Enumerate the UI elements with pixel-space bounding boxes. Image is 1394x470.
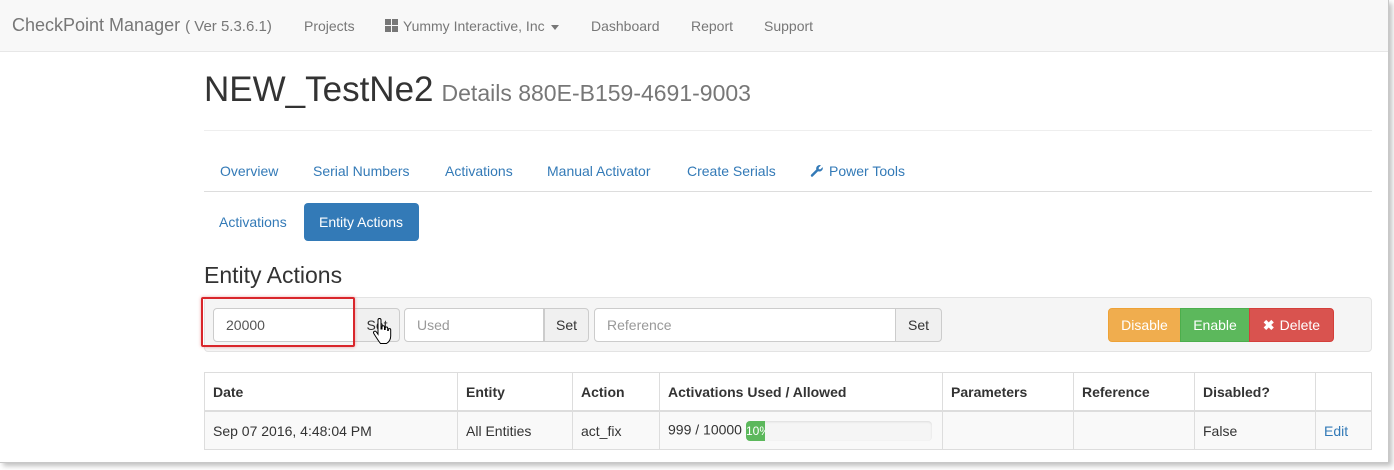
main-tabs: Overview Serial Numbers Activations Manu… (204, 150, 1372, 192)
delete-label: Delete (1279, 317, 1321, 333)
tab-power-tools[interactable]: Power Tools (810, 163, 905, 179)
table-row: Sep 07 2016, 4:48:04 PM All Entities act… (204, 410, 1372, 450)
top-navbar: CheckPoint Manager ( Ver 5.3.6.1) Projec… (0, 0, 1388, 52)
column-header-action[interactable]: Action (572, 372, 660, 412)
cell-parameters (942, 410, 1074, 450)
delete-button[interactable]: ✖ Delete (1249, 308, 1334, 342)
tab-create-serials[interactable]: Create Serials (687, 163, 776, 179)
page-title: NEW_TestNe2 Details 880E-B159-4691-9003 (204, 70, 751, 110)
usage-progress-bar: 10% (745, 420, 765, 441)
nav-dashboard[interactable]: Dashboard (591, 18, 660, 34)
pill-entity-actions[interactable]: Entity Actions (304, 203, 419, 241)
column-header-date[interactable]: Date (204, 372, 458, 412)
cell-disabled: False (1194, 410, 1316, 450)
highlight-box (201, 297, 355, 347)
cell-action: act_fix (572, 410, 660, 450)
column-header-entity[interactable]: Entity (457, 372, 573, 412)
tab-activations[interactable]: Activations (445, 163, 513, 179)
brand[interactable]: CheckPoint Manager ( Ver 5.3.6.1) (12, 15, 272, 36)
column-header-parameters[interactable]: Parameters (942, 372, 1074, 412)
browser-frame: CheckPoint Manager ( Ver 5.3.6.1) Projec… (0, 0, 1389, 463)
nav-company-dropdown[interactable]: Yummy Interactive, Inc (385, 18, 559, 34)
tab-power-tools-label: Power Tools (829, 163, 906, 179)
version-label: ( Ver 5.3.6.1) (185, 18, 272, 35)
section-title: Entity Actions (204, 262, 343, 288)
column-header-disabled[interactable]: Disabled? (1194, 372, 1316, 412)
set-used-button[interactable]: Set (544, 308, 589, 342)
column-header-reference[interactable]: Reference (1073, 372, 1195, 412)
nav-report[interactable]: Report (691, 18, 733, 34)
pill-activations[interactable]: Activations (204, 203, 302, 241)
cell-date: Sep 07 2016, 4:48:04 PM (204, 410, 458, 450)
wrench-icon (810, 165, 823, 177)
table-header-row: Date Entity Action Activations Used / Al… (204, 372, 1372, 412)
usage-progress: 10% (745, 420, 932, 441)
grid-icon (385, 19, 398, 32)
edit-link[interactable]: Edit (1324, 423, 1348, 439)
company-label: Yummy Interactive, Inc (403, 18, 545, 34)
hand-cursor-icon (372, 318, 392, 344)
close-icon: ✖ (1262, 317, 1275, 333)
cell-entity: All Entities (457, 410, 573, 450)
brand-name: CheckPoint Manager (12, 15, 181, 35)
reference-input[interactable] (594, 308, 896, 342)
project-name: NEW_TestNe2 (204, 70, 434, 109)
usage-text: 999 / 10000 (668, 421, 742, 438)
column-header-activations[interactable]: Activations Used / Allowed (659, 372, 943, 412)
nav-projects[interactable]: Projects (304, 18, 355, 34)
tab-overview[interactable]: Overview (220, 163, 278, 179)
chevron-down-icon (550, 24, 559, 30)
set-reference-button[interactable]: Set (895, 308, 942, 342)
entity-actions-table: Date Entity Action Activations Used / Al… (204, 372, 1372, 450)
disable-button[interactable]: Disable (1108, 308, 1181, 342)
cell-activations: 999 / 1000010% (659, 410, 943, 450)
project-details: Details 880E-B159-4691-9003 (441, 80, 751, 106)
used-input[interactable] (404, 308, 544, 342)
tab-serial-numbers[interactable]: Serial Numbers (313, 163, 409, 179)
cell-edit: Edit (1315, 410, 1372, 450)
tab-manual-activator[interactable]: Manual Activator (547, 163, 651, 179)
nav-support[interactable]: Support (764, 18, 813, 34)
column-header-edit (1315, 372, 1372, 412)
enable-button[interactable]: Enable (1180, 308, 1250, 342)
divider (204, 130, 1372, 131)
cell-reference (1073, 410, 1195, 450)
